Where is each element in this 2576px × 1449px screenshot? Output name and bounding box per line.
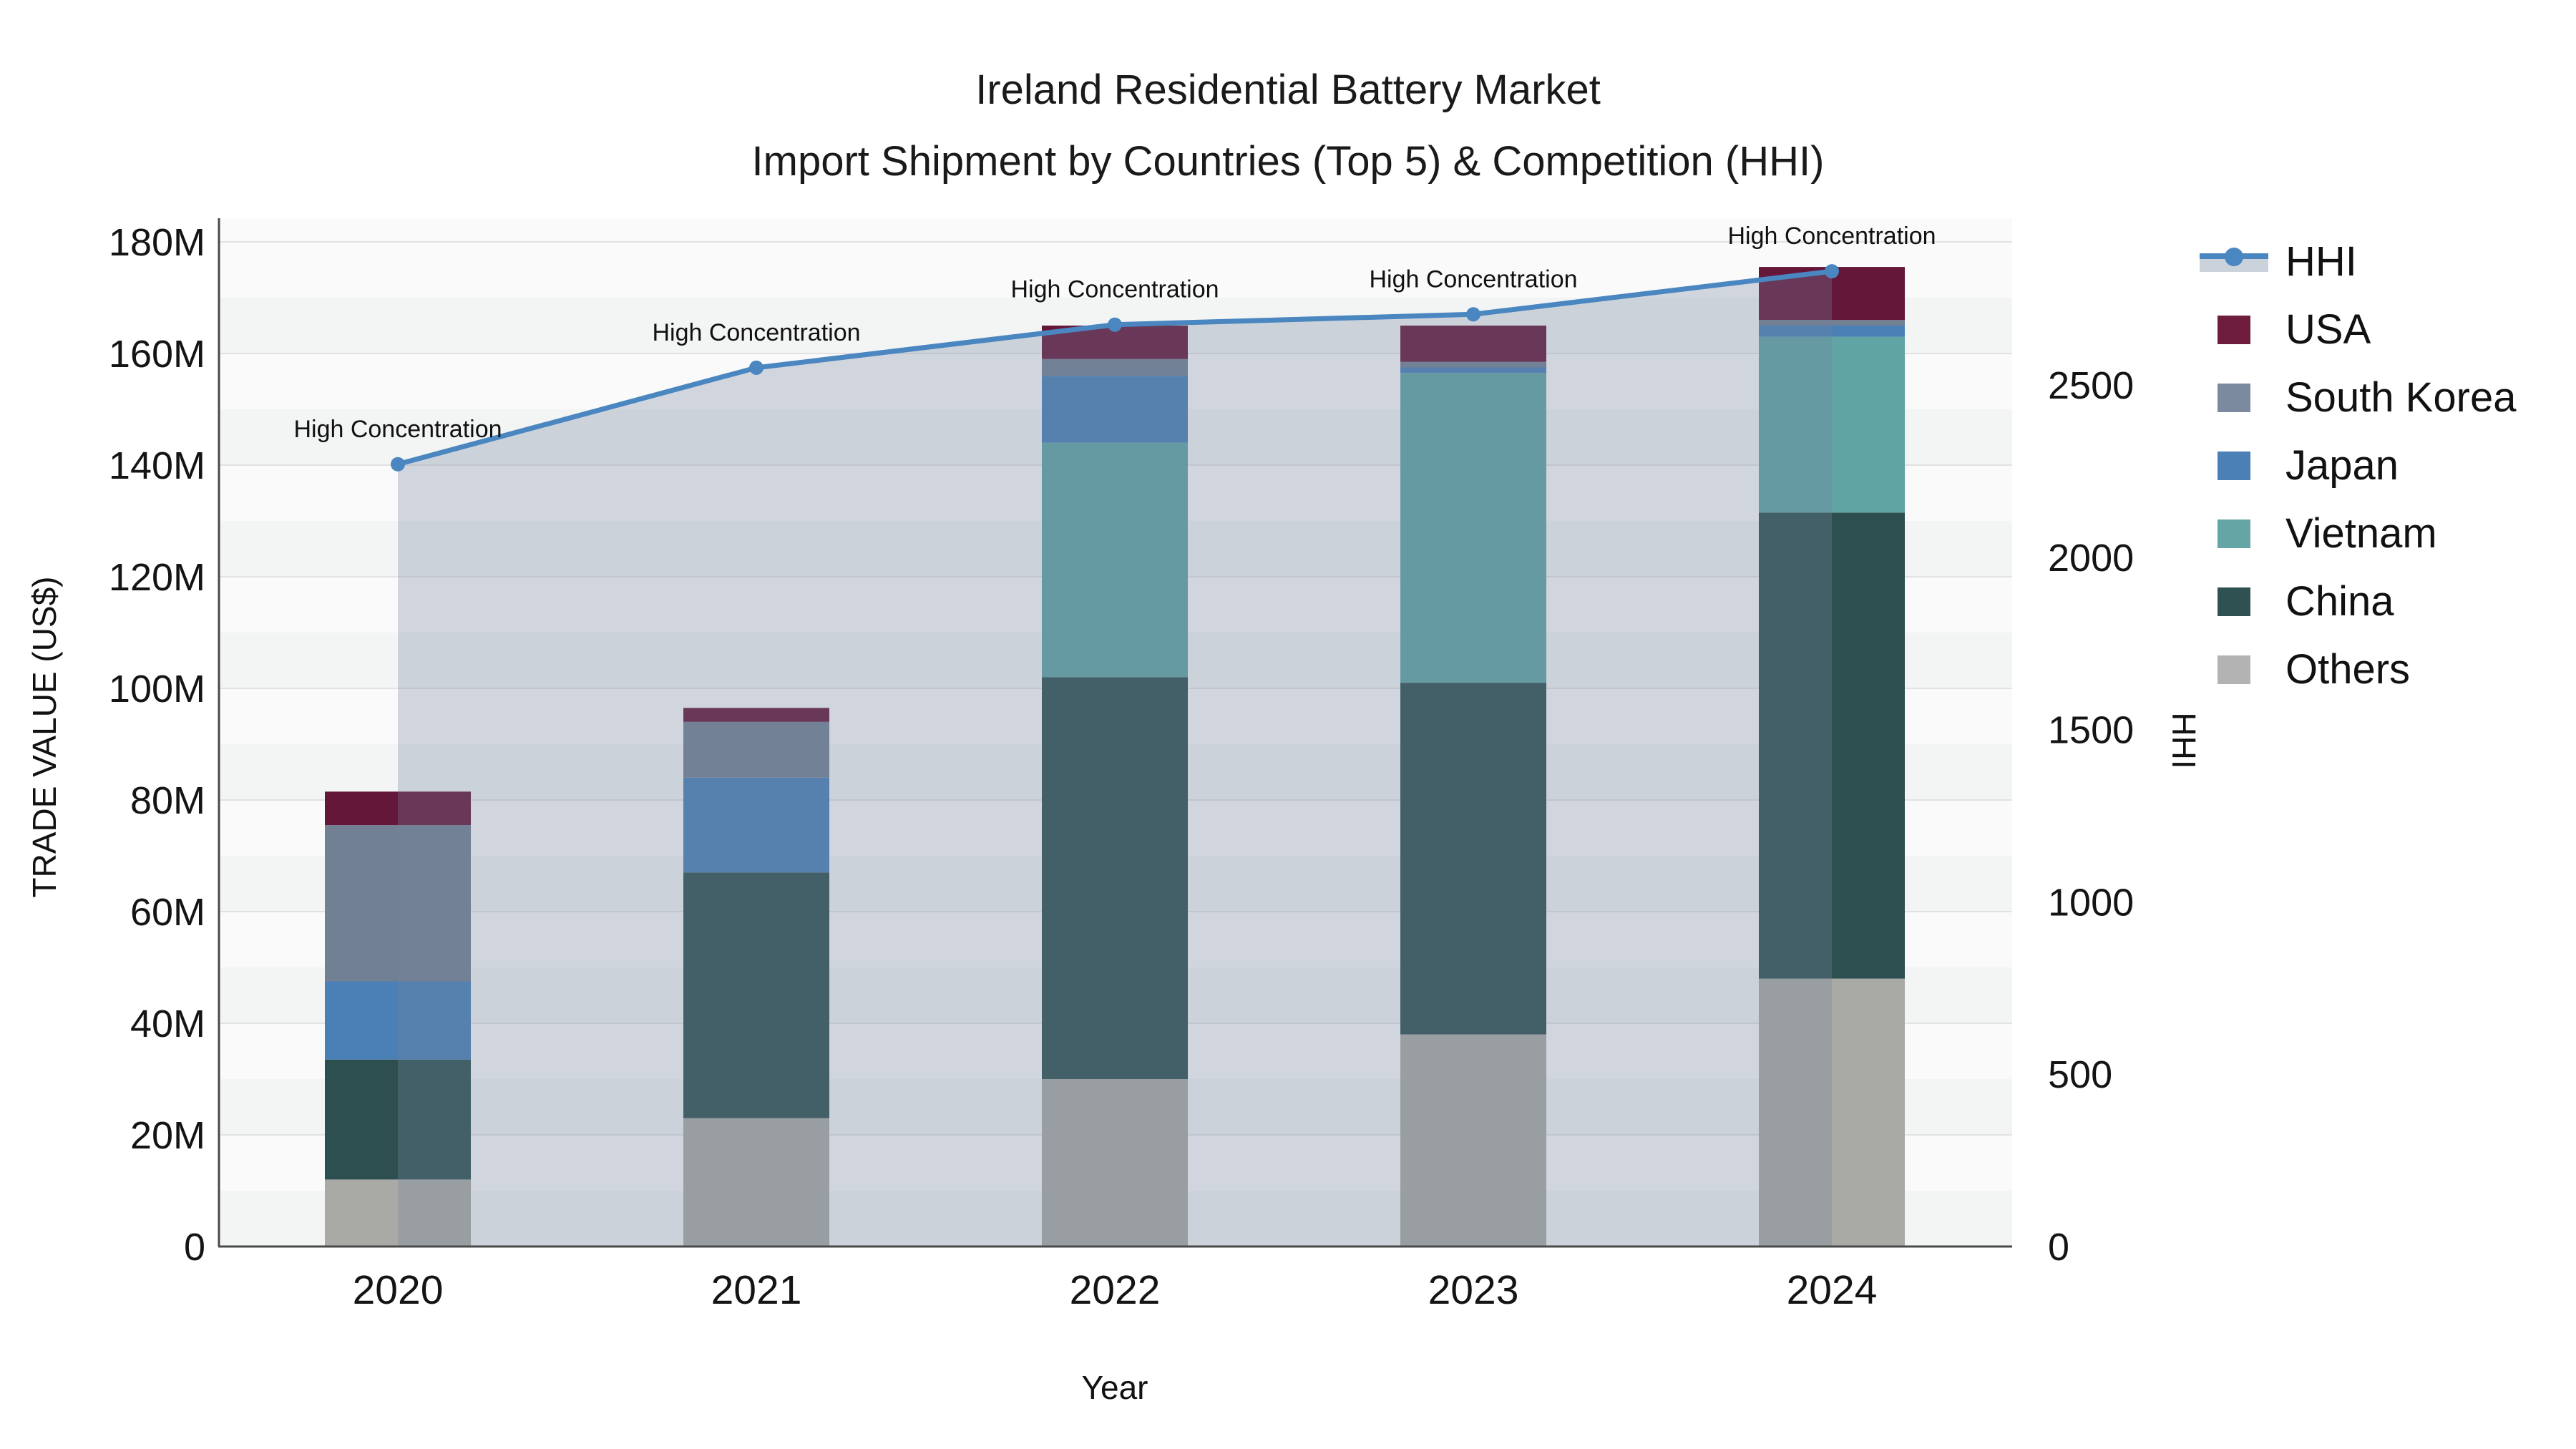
annotation-2023: High Concentration [1369, 265, 1577, 293]
legend-label-hhi: HHI [2285, 238, 2357, 285]
annotation-2022: High Concentration [1010, 276, 1219, 303]
japan-swatch-icon [2194, 451, 2274, 480]
y-left-tick-80M: 80M [130, 779, 205, 822]
annotation-2020: High Concentration [293, 416, 502, 443]
legend-label-others: Others [2285, 646, 2411, 693]
hhi-marker-2024 [1825, 264, 1839, 279]
hhi-marker-2023 [1466, 307, 1480, 322]
y-right-tick-1000: 1000 [2048, 881, 2134, 924]
legend-item-south-korea: South Korea [2194, 364, 2516, 431]
chart-title-line-1: Ireland Residential Battery Market [975, 67, 1601, 113]
legend-label-china: China [2285, 578, 2394, 625]
figure-canvas: { "title": { "line1": "Ireland Residenti… [0, 0, 2576, 1449]
x-axis-title: Year [1081, 1369, 1148, 1406]
y-left-tick-100M: 100M [109, 668, 205, 711]
x-tick-2020: 2020 [353, 1267, 444, 1313]
legend-item-usa: USA [2194, 296, 2516, 364]
x-tick-2023: 2023 [1428, 1267, 1519, 1313]
y-left-tick-140M: 140M [109, 444, 205, 487]
others-swatch-icon [2194, 655, 2274, 684]
y-left-tick-180M: 180M [109, 221, 205, 264]
legend-label-japan: Japan [2285, 442, 2399, 489]
china-swatch-icon [2194, 587, 2274, 616]
hhi-area-fill [398, 271, 1832, 1246]
legend-label-usa: USA [2285, 306, 2371, 353]
x-tick-2021: 2021 [711, 1267, 802, 1313]
hhi-line-icon [2194, 247, 2274, 276]
y-left-tick-20M: 20M [130, 1114, 205, 1157]
y-right-tick-2500: 2500 [2048, 364, 2134, 407]
x-tick-2024: 2024 [1787, 1267, 1878, 1313]
legend-item-others: Others [2194, 635, 2516, 703]
legend-label-vietnam: Vietnam [2285, 510, 2437, 557]
legend-item-vietnam: Vietnam [2194, 499, 2516, 567]
legend-item-japan: Japan [2194, 431, 2516, 499]
annotation-2024: High Concentration [1727, 223, 1936, 250]
hhi-marker-2020 [391, 457, 405, 472]
y-right-tick-0: 0 [2048, 1226, 2069, 1269]
annotation-2021: High Concentration [652, 319, 860, 346]
legend-label-south-korea: South Korea [2285, 374, 2517, 421]
y-right-tick-2000: 2000 [2048, 537, 2134, 580]
south-korea-swatch-icon [2194, 383, 2274, 412]
y-left-tick-40M: 40M [130, 1002, 205, 1045]
chart-title-line-2: Import Shipment by Countries (Top 5) & C… [751, 138, 1825, 185]
y-left-tick-60M: 60M [130, 891, 205, 934]
vietnam-swatch-icon [2194, 519, 2274, 548]
legend: HHI USA South Korea Japan Vietnam China [2194, 228, 2516, 703]
legend-item-hhi: HHI [2194, 228, 2516, 296]
y-left-tick-160M: 160M [109, 333, 205, 376]
x-tick-2022: 2022 [1070, 1267, 1161, 1313]
legend-item-china: China [2194, 567, 2516, 635]
y-right-tick-500: 500 [2048, 1053, 2112, 1096]
y-left-tick-120M: 120M [109, 556, 205, 599]
y-left-tick-0: 0 [184, 1226, 205, 1269]
hhi-marker-2021 [749, 360, 763, 375]
y-axis-right-title: HHI [2165, 712, 2202, 769]
y-axis-left-title: TRADE VALUE (US$) [26, 576, 63, 898]
y-right-tick-1500: 1500 [2048, 709, 2134, 752]
hhi-marker-2022 [1108, 317, 1122, 332]
usa-swatch-icon [2194, 315, 2274, 344]
